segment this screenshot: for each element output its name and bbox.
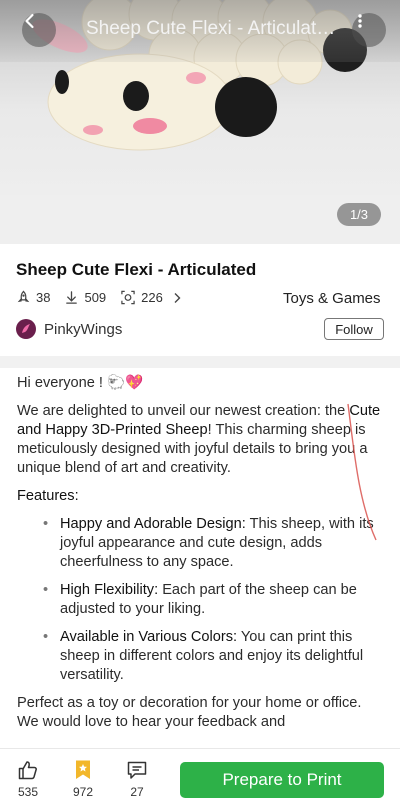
model-title: Sheep Cute Flexi - Articulated xyxy=(16,260,257,279)
avatar xyxy=(16,319,36,339)
model-description: Hi everyone ! 🐑💖 We are delighted to unv… xyxy=(17,374,387,741)
feature-name: Happy and Adorable Design: xyxy=(60,516,246,532)
printer-scan-icon xyxy=(121,290,135,305)
category-link[interactable]: Toys & Games xyxy=(283,290,381,307)
features-list: Happy and Adorable Design: This sheep, w… xyxy=(17,515,387,685)
wing-logo-icon xyxy=(22,324,30,333)
collect-button[interactable]: 972 xyxy=(61,759,105,799)
image-page-indicator: 1/3 xyxy=(337,203,381,226)
download-count: 509 xyxy=(84,290,107,305)
back-button[interactable] xyxy=(22,13,56,47)
intro-start: We are delighted to unveil our newest cr… xyxy=(17,403,350,419)
like-button[interactable]: 535 xyxy=(6,759,50,799)
list-item: Happy and Adorable Design: This sheep, w… xyxy=(17,515,387,572)
prepare-to-print-button[interactable]: Prepare to Print xyxy=(180,762,384,798)
more-vertical-icon xyxy=(358,14,362,28)
list-item: High Flexibility: Each part of the sheep… xyxy=(17,581,387,619)
comment-icon xyxy=(127,761,147,779)
comment-button[interactable]: 27 xyxy=(115,759,159,799)
closing-paragraph: Perfect as a toy or decoration for your … xyxy=(17,695,362,730)
feature-name: Available in Various Colors: xyxy=(60,629,238,645)
follow-button[interactable]: Follow xyxy=(324,318,384,340)
feature-name: High Flexibility: xyxy=(60,582,159,598)
boost-stat: 38 xyxy=(16,290,50,305)
section-divider xyxy=(0,356,400,368)
download-stat: 509 xyxy=(64,290,106,305)
model-stats[interactable]: 38 509 226 xyxy=(16,290,202,305)
makes-stat: 226 xyxy=(120,290,188,305)
model-info: Sheep Cute Flexi - Articulated 38 509 22… xyxy=(0,244,400,356)
thumbs-up-icon xyxy=(18,761,37,780)
intro-paragraph: We are delighted to unveil our newest cr… xyxy=(17,402,387,478)
chevron-left-icon xyxy=(25,13,34,29)
author-name: PinkyWings xyxy=(44,320,123,338)
features-heading: Features: xyxy=(17,488,79,504)
header-title: Sheep Cute Flexi - Articulated xyxy=(86,18,336,39)
boost-count: 38 xyxy=(36,290,51,305)
bottom-action-bar: 535 972 27 Prepare to Print xyxy=(0,748,400,812)
collect-count: 972 xyxy=(72,785,94,799)
rocket-icon xyxy=(17,290,30,303)
author-row[interactable]: PinkyWings xyxy=(16,319,122,339)
download-icon xyxy=(66,291,78,304)
makes-count: 226 xyxy=(141,290,163,305)
greeting-text: Hi everyone ! 🐑💖 xyxy=(17,375,144,391)
like-count: 535 xyxy=(17,785,39,799)
model-image-carousel[interactable]: Sheep Cute Flexi - Articulated 1/3 xyxy=(0,0,400,244)
list-item: Available in Various Colors: You can pri… xyxy=(17,628,387,685)
more-options-button[interactable] xyxy=(352,13,386,47)
bookmark-star-icon xyxy=(76,760,90,779)
chevron-right-icon xyxy=(174,292,181,303)
comment-count: 27 xyxy=(130,785,144,799)
